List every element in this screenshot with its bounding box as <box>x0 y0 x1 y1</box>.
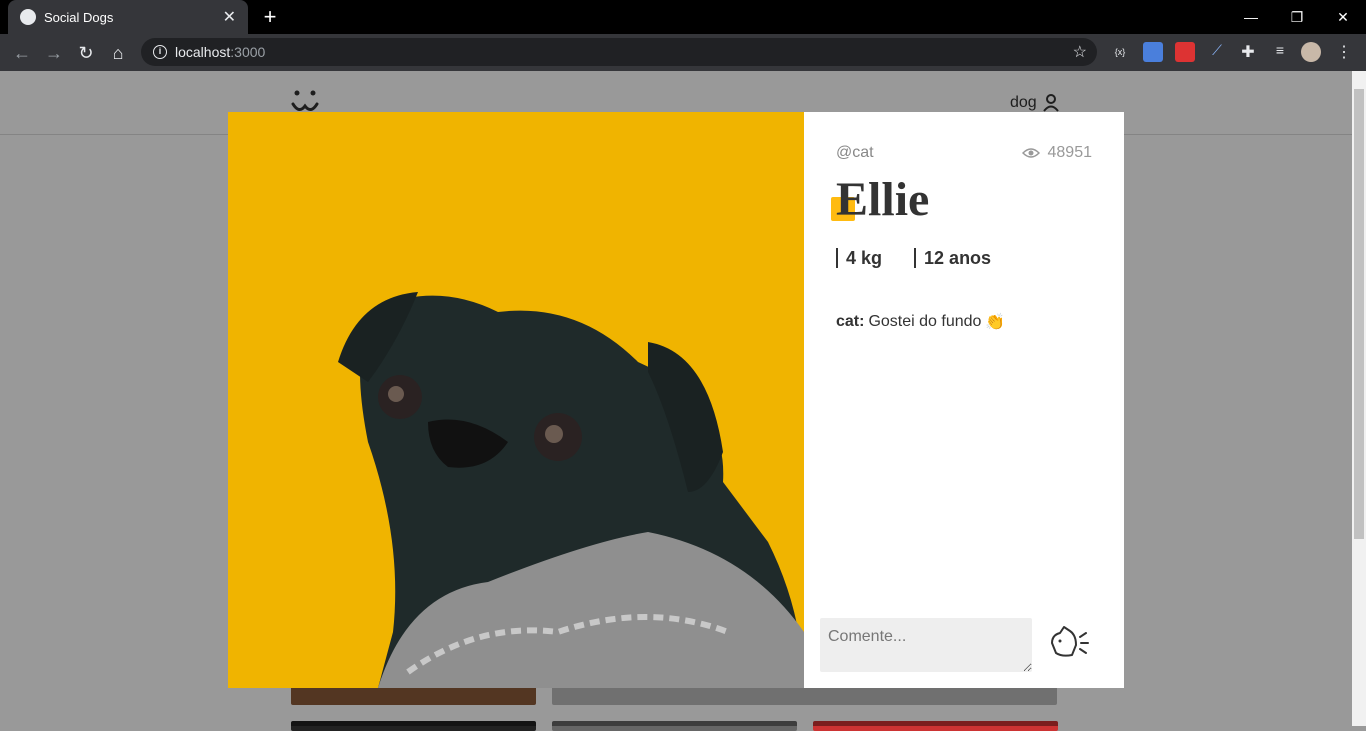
photo-details: @cat 48951 Ellie 4 kg 12 anos cat: Goste… <box>804 112 1124 688</box>
eye-icon <box>1021 148 1040 158</box>
site-info-icon[interactable]: i <box>153 45 167 59</box>
browser-menu-icon[interactable]: ⋮ <box>1334 42 1354 62</box>
browser-titlebar: Social Dogs ✕ + — ❐ ✕ <box>0 0 1366 34</box>
forward-icon[interactable]: → <box>42 41 66 65</box>
extension-icon[interactable]: {x} <box>1110 42 1130 62</box>
comment-text: Gostei do fundo <box>868 313 982 330</box>
translate-extension-icon[interactable] <box>1143 42 1163 62</box>
send-comment-button[interactable] <box>1048 624 1092 664</box>
close-tab-icon[interactable]: ✕ <box>223 7 236 27</box>
window-controls: — ❐ ✕ <box>1228 0 1366 34</box>
close-window-icon[interactable]: ✕ <box>1320 0 1366 34</box>
address-port: :3000 <box>230 44 266 60</box>
color-picker-extension-icon[interactable]: ⟋ <box>1207 42 1227 62</box>
photo-attributes: 4 kg 12 anos <box>836 248 991 268</box>
comment-author: cat: <box>836 313 865 330</box>
profile-avatar[interactable] <box>1301 42 1321 62</box>
minimize-icon[interactable]: — <box>1228 0 1274 34</box>
photo-modal: @cat 48951 Ellie 4 kg 12 anos cat: Goste… <box>228 112 1124 688</box>
photo-title: Ellie <box>836 173 930 226</box>
views-count: 48951 <box>1047 144 1093 161</box>
dog-bark-send-icon <box>1051 625 1089 657</box>
tab-title: Social Dogs <box>44 9 114 25</box>
address-bar[interactable]: i localhost:3000 ☆ <box>141 38 1097 66</box>
views-counter: 48951 <box>1021 144 1093 162</box>
reload-icon[interactable]: ↻ <box>74 41 98 65</box>
photo-author-link[interactable]: @cat <box>836 144 874 162</box>
age-attribute: 12 anos <box>914 248 991 268</box>
bookmark-star-icon[interactable]: ☆ <box>1073 42 1087 62</box>
browser-tab[interactable]: Social Dogs ✕ <box>8 0 248 34</box>
back-icon[interactable]: ← <box>10 41 34 65</box>
comment-item: cat: Gostei do fundo 👏 <box>836 312 1005 332</box>
page-scrollbar[interactable] <box>1352 71 1366 726</box>
media-control-icon[interactable]: ≡ <box>1270 42 1290 62</box>
weight-attribute: 4 kg <box>836 248 882 268</box>
address-host: localhost <box>175 44 231 60</box>
extension-red-icon[interactable] <box>1175 42 1195 62</box>
clapping-hands-emoji: 👏 <box>985 314 1006 331</box>
globe-icon <box>20 9 36 25</box>
new-tab-button[interactable]: + <box>258 4 282 30</box>
restore-icon[interactable]: ❐ <box>1274 0 1320 34</box>
photo-image <box>228 112 804 688</box>
scrollbar-thumb[interactable] <box>1354 89 1364 539</box>
home-icon[interactable]: ⌂ <box>106 41 130 65</box>
pug-photo <box>228 112 804 688</box>
extensions-puzzle-icon[interactable]: ✚ <box>1238 42 1258 62</box>
comment-input[interactable] <box>820 618 1032 672</box>
